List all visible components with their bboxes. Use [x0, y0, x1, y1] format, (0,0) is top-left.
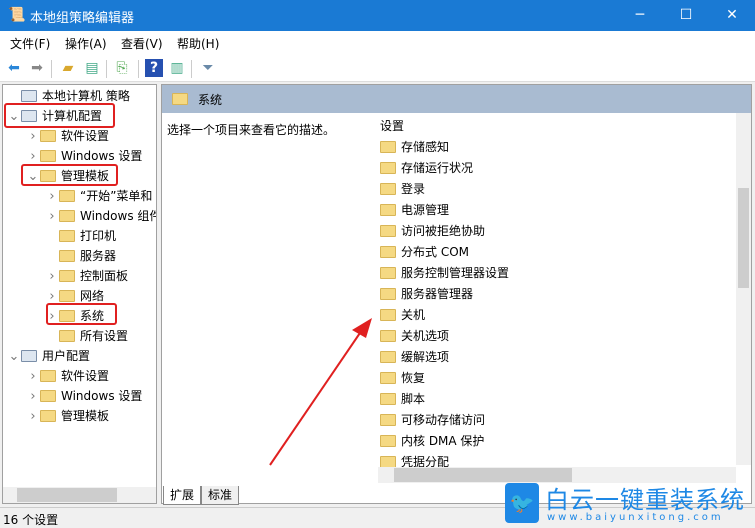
- watermark-logo: 🐦 白云一键重装系统 www.baiyunxitong.com: [505, 480, 755, 527]
- watermark-url: www.baiyunxitong.com: [547, 512, 724, 523]
- watermark-name: 白云一键重装系统: [545, 486, 745, 514]
- bird-icon: 🐦: [505, 483, 539, 523]
- red-arrow: [269, 318, 372, 466]
